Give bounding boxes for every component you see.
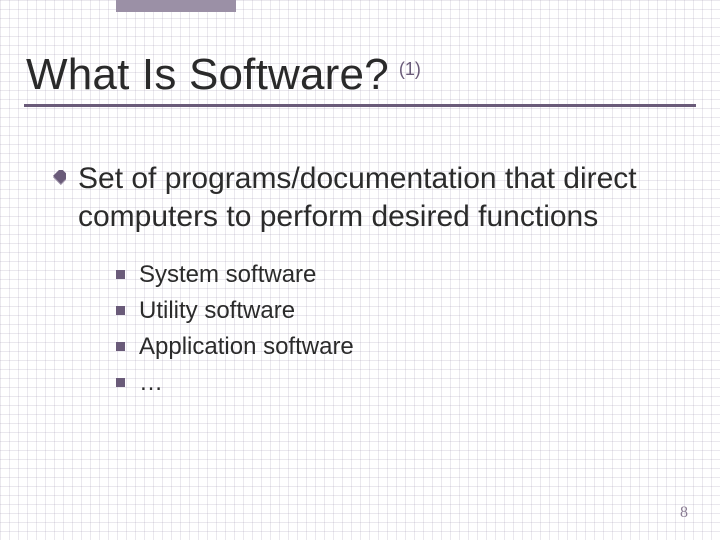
title-area: What Is Software? (1) [24, 50, 696, 107]
slide-title: What Is Software? [26, 50, 389, 100]
square-bullet-icon [116, 306, 125, 315]
list-item: Application software [116, 333, 660, 361]
title-underline: What Is Software? (1) [24, 50, 696, 107]
sub-bullet-text: System software [139, 261, 316, 289]
sub-bullet-text: Utility software [139, 297, 295, 325]
list-item: System software [116, 261, 660, 289]
slide-body: Set of programs/documentation that direc… [50, 160, 660, 405]
slide-title-suffix: (1) [399, 59, 421, 80]
square-bullet-icon [116, 378, 125, 387]
square-bullet-icon [116, 270, 125, 279]
list-item: Utility software [116, 297, 660, 325]
page-number: 8 [680, 504, 688, 522]
list-item: … [116, 369, 660, 397]
square-bullet-icon [116, 342, 125, 351]
diamond-bullet-icon [50, 170, 66, 186]
sub-bullet-text: Application software [139, 333, 354, 361]
bullet-level1: Set of programs/documentation that direc… [50, 160, 660, 237]
slide: What Is Software? (1) Set of programs/do… [0, 0, 720, 540]
sub-bullet-list: System software Utility software Applica… [116, 261, 660, 397]
sub-bullet-text: … [139, 369, 163, 397]
bullet-level1-text: Set of programs/documentation that direc… [78, 160, 660, 237]
top-accent-bar [116, 0, 236, 12]
